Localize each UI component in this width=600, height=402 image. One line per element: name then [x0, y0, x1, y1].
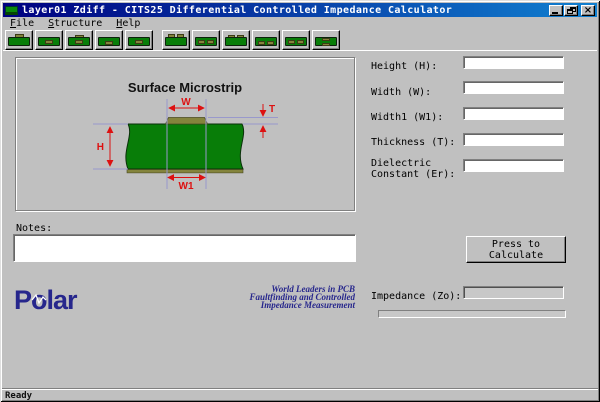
substrate-shape — [126, 124, 244, 169]
toolbar-button-differential-surface-microstrip[interactable] — [162, 30, 190, 50]
thickness-input[interactable] — [463, 133, 564, 146]
title-bar[interactable]: layer01 Zdiff - CITS25 Differential Cont… — [3, 3, 597, 17]
minimize-icon — [552, 12, 558, 14]
surface-microstrip-diagram: Surface Microstrip — [16, 58, 354, 210]
structure-diagram-panel: Surface Microstrip — [15, 57, 355, 211]
dimension-label-t: T — [269, 104, 275, 115]
differential-offset-stripline-icon — [285, 34, 307, 47]
centered-stripline-icon — [98, 34, 120, 47]
dimension-label-h: H — [97, 142, 104, 153]
close-button[interactable]: × — [581, 5, 595, 16]
toolbar-button-differential-coated-microstrip[interactable] — [222, 30, 250, 50]
restore-button[interactable] — [564, 5, 578, 16]
dielectric-constant-label: Dielectric Constant (Er): — [371, 158, 463, 180]
broadside-coupled-stripline-icon — [315, 34, 337, 47]
tagline-line: Impedance Measurement — [195, 301, 355, 309]
embedded-microstrip-icon — [38, 34, 60, 47]
toolbar-button-offset-stripline[interactable] — [125, 30, 153, 50]
polar-logo: Polar — [14, 286, 104, 314]
dielectric-constant-input[interactable] — [463, 159, 564, 172]
structure-toolbar — [3, 29, 597, 51]
toolbar-button-broadside-coupled-stripline[interactable] — [312, 30, 340, 50]
toolbar-button-centered-stripline[interactable] — [95, 30, 123, 50]
impedance-output — [463, 286, 564, 299]
trace-shape — [166, 118, 208, 125]
ground-plane-shape — [127, 170, 243, 173]
status-text: Ready — [5, 391, 32, 401]
toolbar-button-surface-microstrip[interactable] — [5, 30, 33, 50]
dimension-label-w1: W1 — [179, 181, 194, 192]
close-icon: × — [582, 5, 594, 16]
differential-coated-microstrip-icon — [225, 34, 247, 47]
toolbar-button-differential-embedded-microstrip[interactable] — [192, 30, 220, 50]
brand-tagline: World Leaders in PCB Faultfinding and Co… — [195, 285, 355, 309]
toolbar-button-coated-microstrip[interactable] — [65, 30, 93, 50]
toolbar-button-differential-offset-stripline[interactable] — [282, 30, 310, 50]
width-label: Width (W): — [371, 87, 463, 98]
height-label: Height (H): — [371, 61, 463, 72]
notes-label: Notes: — [16, 223, 52, 234]
toolbar-button-differential-centered-stripline[interactable] — [252, 30, 280, 50]
impedance-label: Impedance (Zo): — [371, 291, 463, 302]
width1-input[interactable] — [463, 107, 564, 120]
progress-bar — [378, 310, 566, 318]
status-bar: Ready — [2, 388, 598, 400]
calculate-button[interactable]: Press to Calculate — [466, 236, 566, 263]
differential-surface-microstrip-icon — [165, 34, 187, 47]
coated-microstrip-icon — [68, 34, 90, 47]
diagram-title: Surface Microstrip — [128, 80, 242, 95]
height-input[interactable] — [463, 56, 564, 69]
thickness-label: Thickness (T): — [371, 137, 463, 148]
offset-stripline-icon — [128, 34, 150, 47]
notes-input[interactable] — [13, 234, 356, 262]
application-window: layer01 Zdiff - CITS25 Differential Cont… — [0, 0, 600, 402]
polar-logo-text: Polar — [14, 286, 78, 314]
differential-embedded-microstrip-icon — [195, 34, 217, 47]
toolbar-button-embedded-microstrip[interactable] — [35, 30, 63, 50]
app-icon — [5, 6, 18, 15]
width-input[interactable] — [463, 81, 564, 94]
minimize-button[interactable] — [549, 5, 563, 16]
window-title: layer01 Zdiff - CITS25 Differential Cont… — [22, 5, 549, 16]
width1-label: Width1 (W1): — [371, 112, 463, 123]
differential-centered-stripline-icon — [255, 34, 277, 47]
surface-microstrip-icon — [8, 34, 30, 47]
dimension-label-w: W — [181, 97, 191, 108]
